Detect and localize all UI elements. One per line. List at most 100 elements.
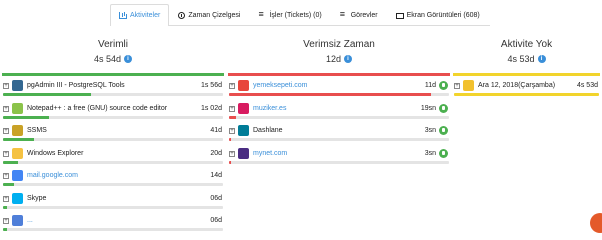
app-name[interactable]: muziker.es [253,105,286,112]
thumbs-up-icon[interactable] [439,81,448,90]
usage-bar-fill [229,160,232,164]
usage-bar [229,160,449,164]
chart-icon [119,12,127,19]
usage-bar [229,138,449,141]
duration: 11d [424,82,436,89]
duration: 06d [210,217,222,224]
unproductive-list: + yemeksepeti.com 11d + muziker.es 19sn + Dashl… [228,76,450,166]
usage-bar-fill [3,183,14,186]
thumbs-up-icon[interactable] [439,103,448,113]
chat-launcher-button[interactable] [590,213,602,233]
unproductive-total: 12d [325,54,342,64]
yemeksepeti-icon [238,80,249,91]
mynet-icon [238,147,249,159]
duration: 41d [210,127,222,134]
thumbs-up-icon[interactable] [439,126,448,135]
list-icon [340,9,348,19]
usage-bar-fill [229,138,232,141]
activity-row[interactable]: + muziker.es 19sn [228,99,450,122]
app-name: Dashlane [253,127,283,134]
productive-column: Verimli 4s 54d i + pgAdmin III - PostgreS… [2,38,224,234]
generic-app-icon [12,215,23,226]
unproductive-column: Verimsiz Zaman 12d i + yemeksepeti.com 11d… [228,38,450,166]
usage-bar-fill [229,93,432,96]
usage-bar-fill [3,93,91,96]
tab-screenshots[interactable]: Ekran Görüntüleri (608) [387,4,489,26]
duration: 19sn [420,104,436,112]
expand-icon[interactable]: + [454,83,460,89]
tab-label: Zaman Çizelgesi [188,12,241,19]
duration: 06d [210,194,222,202]
usage-bar [229,115,449,119]
tab-tasks[interactable]: Görevler [331,4,387,26]
monitor-icon [395,12,404,19]
tab-label: Görevler [350,12,378,19]
expand-icon[interactable]: + [3,105,9,112]
usage-bar [3,115,223,119]
activity-row[interactable]: + Dashlane 3sn [228,121,450,144]
info-icon[interactable]: i [124,55,133,63]
pgadmin-icon [12,80,23,91]
expand-icon[interactable]: + [3,173,9,179]
expand-icon[interactable]: + [229,105,235,112]
activity-row[interactable]: + mail.google.com 14d [2,166,224,189]
unproductive-header: Verimsiz Zaman 12d i [228,38,450,66]
productive-total: 4s 54d [93,54,122,64]
expand-icon[interactable]: + [229,83,235,89]
activity-row[interactable]: + mynet.com 3sn [228,144,450,167]
expand-icon[interactable]: + [3,128,9,134]
info-icon[interactable]: i [344,55,353,63]
duration: 3sn [424,149,436,157]
duration: 4s 53d [576,82,598,89]
productive-title: Verimli [97,39,128,50]
expand-icon[interactable]: + [229,150,235,157]
usage-bar-fill [3,228,8,231]
app-name: SSMS [27,127,47,134]
activity-row[interactable]: + SSMS 41d [2,121,224,144]
expand-icon[interactable]: + [3,218,9,224]
usage-bar [3,93,223,96]
duration: 1s 02d [200,104,222,112]
tab-label: Ekran Görüntüleri (608) [406,12,480,19]
activity-row[interactable]: + Windows Explorer 20d [2,144,224,167]
calendar-icon [463,80,474,91]
duration: 14d [210,172,222,179]
expand-icon[interactable]: + [3,83,9,89]
thumbs-up-icon[interactable] [439,148,448,158]
idle-title: Aktivite Yok [500,39,553,50]
skype-icon [12,192,23,204]
tab-tickets[interactable]: İşler (Tickets) (0) [249,4,330,26]
expand-icon[interactable]: + [3,195,9,202]
activity-row[interactable]: + pgAdmin III - PostgreSQL Tools 1s 56d [2,76,224,99]
usage-bar [3,183,223,186]
idle-column: Aktivite Yok 4s 53d i + Ara 12, 2018(Çarş… [453,38,600,99]
muziker-icon [238,102,249,114]
activity-row[interactable]: + Skype 06d [2,189,224,212]
activity-row[interactable]: + yemeksepeti.com 11d [228,76,450,99]
idle-total: 4s 53d [507,54,535,64]
app-name[interactable]: yemeksepeti.com [253,82,307,89]
activity-row[interactable]: +... 06d [2,211,224,234]
app-name: pgAdmin III - PostgreSQL Tools [27,82,125,89]
app-name[interactable]: mail.google.com [27,172,78,179]
usage-bar [229,93,449,96]
info-icon[interactable]: i [537,55,546,63]
tab-timeline[interactable]: Zaman Çizelgesi [169,4,249,26]
activity-row[interactable]: + Notepad++ : a free (GNU) source code ed… [2,99,224,122]
expand-icon[interactable]: + [3,150,9,157]
idle-list: + Ara 12, 2018(Çarşamba) 4s 53d [453,76,600,99]
usage-bar-fill [3,160,19,164]
tab-label: İşler (Tickets) (0) [269,12,322,19]
tab-activities[interactable]: Aktiviteler [110,4,170,26]
usage-bar-fill [454,93,599,96]
app-name[interactable]: mynet.com [253,150,287,157]
app-name: Ara 12, 2018(Çarşamba) [478,82,556,89]
productive-header: Verimli 4s 54d i [2,38,224,66]
app-name: Notepad++ : a free (GNU) source code edi… [27,104,168,112]
duration: 3sn [424,127,436,134]
activity-row[interactable]: + Ara 12, 2018(Çarşamba) 4s 53d [453,76,600,99]
notepadpp-icon [12,102,23,114]
app-name[interactable]: ... [27,217,33,224]
folder-icon [12,147,23,159]
expand-icon[interactable]: + [229,128,235,134]
